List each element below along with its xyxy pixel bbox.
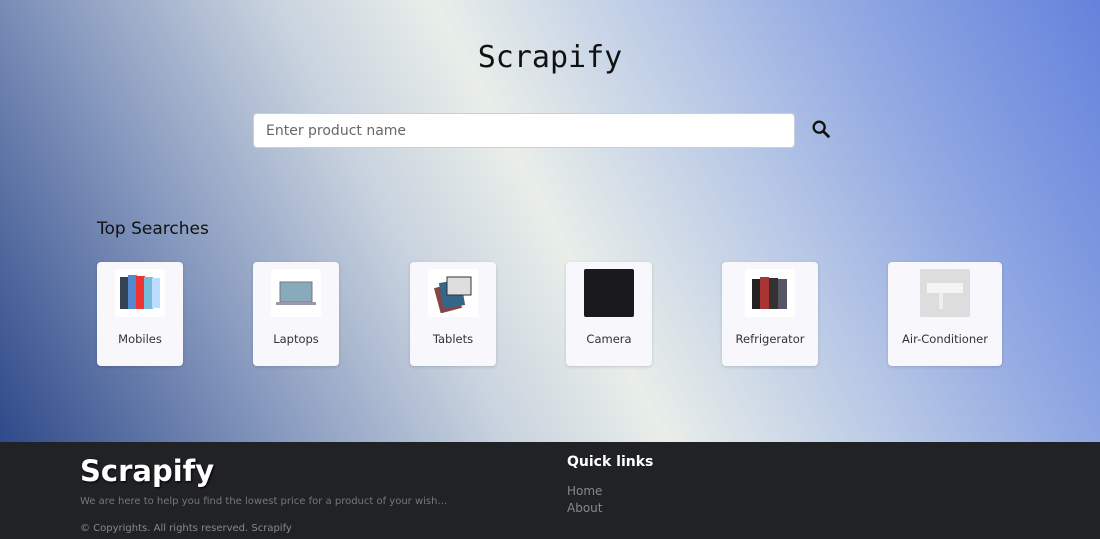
footer-link-home[interactable]: Home	[567, 484, 602, 498]
search-input[interactable]	[253, 113, 795, 148]
category-card-refrigerator[interactable]: Refrigerator	[722, 262, 818, 366]
quick-links-heading: Quick links	[567, 454, 654, 470]
footer-tagline: We are here to help you find the lowest …	[80, 496, 448, 507]
category-label: Mobiles	[118, 332, 162, 346]
footer-brand: Scrapify	[80, 454, 215, 488]
search-icon	[812, 120, 831, 139]
category-label: Refrigerator	[735, 332, 805, 346]
category-label: Laptops	[273, 332, 319, 346]
top-searches-heading: Top Searches	[97, 219, 209, 239]
air-conditioner-image	[920, 269, 970, 317]
laptops-image	[271, 269, 321, 317]
refrigerator-image	[745, 269, 795, 317]
category-card-laptops[interactable]: Laptops	[253, 262, 339, 366]
category-card-air-conditioner[interactable]: Air-Conditioner	[888, 262, 1002, 366]
search-button[interactable]	[810, 118, 832, 140]
category-card-camera[interactable]: Camera	[566, 262, 652, 366]
category-label: Air-Conditioner	[902, 332, 988, 346]
footer: Scrapify We are here to help you find th…	[0, 442, 1100, 539]
category-label: Tablets	[432, 332, 474, 346]
footer-link-about[interactable]: About	[567, 501, 602, 515]
category-card-mobiles[interactable]: Mobiles	[97, 262, 183, 366]
footer-copyright: © Copyrights. All rights reserved. Scrap…	[80, 523, 292, 534]
category-card-tablets[interactable]: Tablets	[410, 262, 496, 366]
hero-section: Scrapify Top Searches Mobiles Laptops Ta…	[0, 0, 1100, 442]
mobiles-image	[115, 269, 165, 317]
tablets-image	[428, 269, 478, 317]
category-label: Camera	[586, 332, 632, 346]
camera-image	[584, 269, 634, 317]
page-title: Scrapify	[477, 40, 623, 75]
